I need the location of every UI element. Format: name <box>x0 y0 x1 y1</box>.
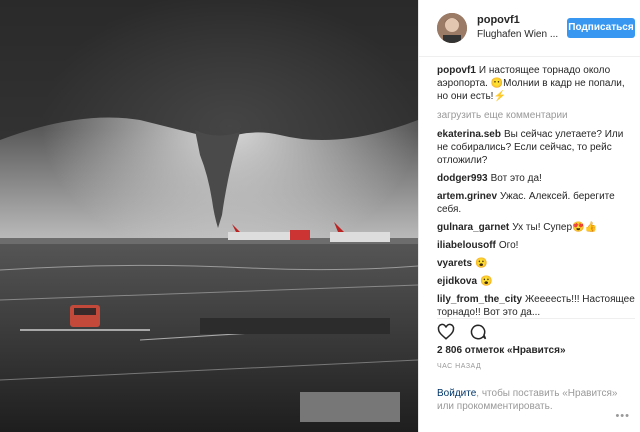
login-prompt: Войдите, чтобы поставить «Нравится» или … <box>437 387 635 413</box>
comment-username[interactable]: vyarets <box>437 258 472 269</box>
comment-item: gulnara_garnet Ух ты! Супер😍👍 <box>437 221 635 234</box>
load-more-comments[interactable]: загрузить еще комментарии <box>437 109 635 122</box>
login-link[interactable]: Войдите <box>437 388 476 399</box>
comment-item: ekaterina.seb Вы сейчас улетаете? Или не … <box>437 128 635 167</box>
ellipsis-icon[interactable]: ••• <box>615 410 630 422</box>
like-count[interactable]: 2 806 отметок «Нравится» <box>437 345 566 356</box>
comment-text: Ого! <box>498 240 519 251</box>
caption-username[interactable]: popovf1 <box>437 65 476 76</box>
post-location[interactable]: Flughafen Wien ... <box>477 29 558 40</box>
comment-icon[interactable] <box>469 323 487 341</box>
heart-icon[interactable] <box>437 323 455 341</box>
comment-item: vyarets 😮 <box>437 257 635 270</box>
post-actions <box>437 318 635 343</box>
comment-text: 😮 <box>480 276 493 287</box>
follow-button[interactable]: Подписаться <box>567 18 635 38</box>
comment-item: lily_from_the_city Жеееесть!!! Настоящее … <box>437 293 635 319</box>
comment-list: popovf1 И настоящее торнадо около аэропор… <box>437 64 635 324</box>
caption: popovf1 И настоящее торнадо около аэропор… <box>437 64 635 103</box>
tornado-photo <box>0 0 418 432</box>
avatar[interactable] <box>437 13 467 43</box>
comment-text: Ух ты! Супер😍👍 <box>512 222 597 233</box>
comment-username[interactable]: artem.grinev <box>437 191 497 202</box>
comment-item: artem.grinev Ужас. Алексей. берегите себя… <box>437 190 635 216</box>
comment-username[interactable]: gulnara_garnet <box>437 222 509 233</box>
comment-username[interactable]: lily_from_the_city <box>437 294 522 305</box>
comment-username[interactable]: dodger993 <box>437 173 488 184</box>
comment-item: iliabelousoff Ого! <box>437 239 635 252</box>
comment-item: dodger993 Вот это да! <box>437 172 635 185</box>
comment-text: Вот это да! <box>490 173 542 184</box>
comment-username[interactable]: ejidkova <box>437 276 477 287</box>
post-photo[interactable] <box>0 0 418 432</box>
post-username[interactable]: popovf1 <box>477 14 520 26</box>
comment-text: 😮 <box>475 258 488 269</box>
post-timestamp: ЧАС НАЗАД <box>437 363 482 370</box>
post-header: popovf1 Flughafen Wien ... Подписаться <box>419 0 640 57</box>
comment-username[interactable]: iliabelousoff <box>437 240 496 251</box>
comment-username[interactable]: ekaterina.seb <box>437 129 501 140</box>
comment-item: ejidkova 😮 <box>437 275 635 288</box>
post-sidebar: popovf1 Flughafen Wien ... Подписаться p… <box>418 0 640 432</box>
